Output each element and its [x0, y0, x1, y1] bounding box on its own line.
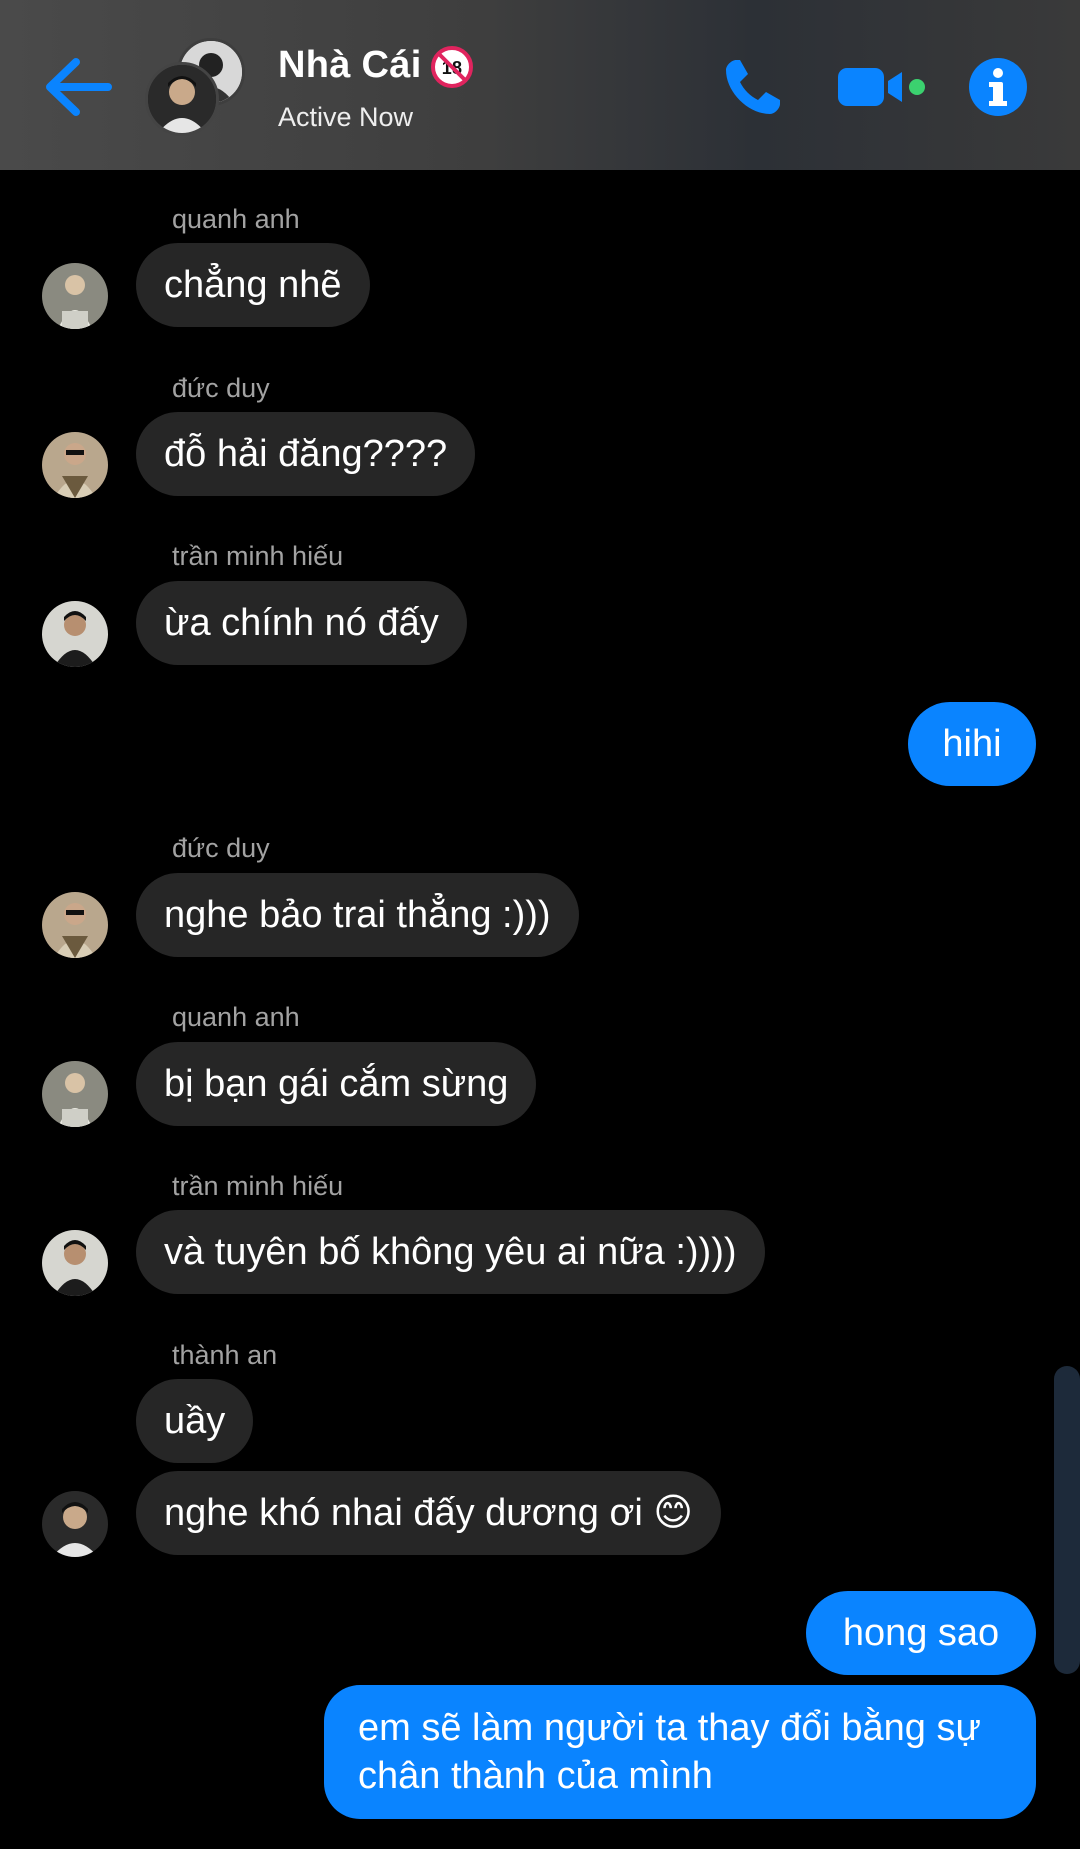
group-avatar[interactable] — [145, 38, 245, 138]
message-bubble[interactable]: và tuyên bố không yêu ai nữa :)))) — [136, 1210, 765, 1294]
sender-name: thành an — [172, 1340, 278, 1370]
chat-title: Nhà Cái 18 — [278, 44, 474, 89]
message-bubble-outgoing[interactable]: em sẽ làm người ta thay đổi bằng sự chân… — [324, 1685, 1036, 1819]
sender-name: đức duy — [172, 373, 270, 403]
sender-avatar[interactable] — [42, 1061, 108, 1127]
message-bubble-outgoing[interactable]: hong sao — [806, 1591, 1036, 1675]
scrollbar[interactable] — [1054, 1366, 1080, 1674]
sender-avatar[interactable] — [42, 432, 108, 498]
member-avatar — [145, 62, 219, 136]
message-line: chân thành của mình — [358, 1755, 713, 1797]
sender-avatar[interactable] — [42, 601, 108, 667]
video-camera-icon[interactable] — [836, 64, 926, 110]
sender-name: quanh anh — [172, 1002, 300, 1032]
sender-avatar[interactable] — [42, 892, 108, 958]
message-bubble-outgoing[interactable]: hihi — [908, 702, 1036, 786]
phone-icon[interactable] — [722, 56, 784, 118]
message-line: em sẽ làm người ta thay đổi bằng sự — [358, 1707, 981, 1749]
no-under-18-icon: 18 — [430, 45, 473, 88]
chat-title-text: Nhà Cái — [278, 44, 422, 86]
chat-header: Nhà Cái 18 Active Now — [0, 0, 1080, 170]
message-bubble[interactable]: bị bạn gái cắm sừng — [136, 1042, 537, 1126]
sender-avatar[interactable] — [42, 1491, 108, 1557]
active-dot — [909, 79, 925, 95]
message-bubble[interactable]: chẳng nhẽ — [136, 243, 370, 327]
sender-name: trần minh hiếu — [172, 541, 344, 571]
sender-name: quanh anh — [172, 204, 300, 234]
sender-avatar[interactable] — [42, 263, 108, 329]
presence-status: Active Now — [278, 102, 414, 132]
sender-name: đức duy — [172, 833, 270, 863]
message-bubble[interactable]: nghe khó nhai đấy dương ơi 😊 — [136, 1471, 721, 1555]
message-bubble[interactable]: uầy — [136, 1379, 254, 1463]
message-bubble[interactable]: ừa chính nó đấy — [136, 581, 467, 665]
message-bubble[interactable]: nghe bảo trai thẳng :))) — [136, 873, 579, 957]
sender-avatar[interactable] — [42, 1230, 108, 1296]
back-arrow-icon[interactable] — [40, 52, 118, 122]
info-icon[interactable] — [968, 57, 1028, 117]
message-bubble[interactable]: đỗ hải đăng???? — [136, 412, 476, 496]
sender-name: trần minh hiếu — [172, 1171, 344, 1201]
